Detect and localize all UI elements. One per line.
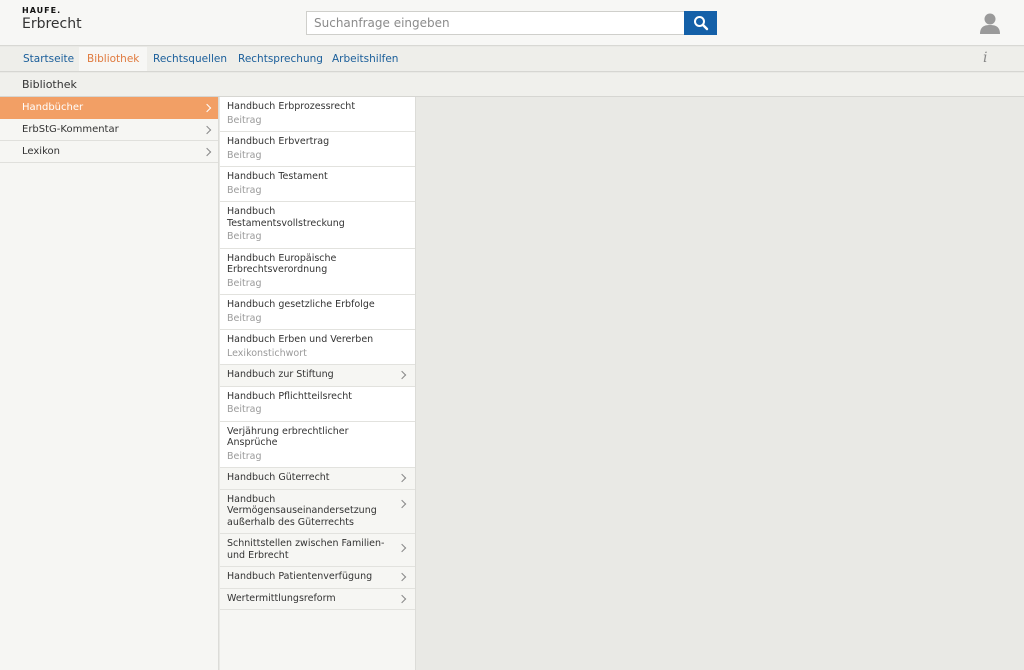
tab-startseite[interactable]: Startseite	[23, 47, 74, 71]
item-title: Handbuch Güterrecht	[227, 472, 330, 483]
search-button[interactable]	[684, 11, 717, 35]
item-title: Handbuch Pflichtteilsrecht	[227, 390, 352, 402]
item-type: Beitrag	[227, 149, 262, 161]
item-title: Handbuch gesetzliche Erbfolge	[227, 299, 375, 310]
product-title[interactable]: Erbrecht	[22, 16, 82, 32]
item-title: Handbuch Europäische Erbrechtsverordnung	[227, 252, 337, 276]
list-item-gueterrecht[interactable]: Handbuch Güterrecht	[220, 468, 415, 490]
item-title: Handbuch zur Stiftung	[227, 369, 334, 380]
tab-bibliothek[interactable]: Bibliothek	[79, 47, 148, 71]
item-type: Beitrag	[227, 277, 262, 289]
chevron-right-icon	[202, 125, 212, 134]
item-title: Handbuch Erbvertrag	[227, 136, 330, 147]
chevron-right-icon	[202, 103, 212, 112]
list-item-testament[interactable]: Handbuch Testament Beitrag	[220, 167, 415, 202]
chevron-right-icon	[202, 147, 212, 156]
list-item-schnittstellen[interactable]: Schnittstellen zwischen Familien- und Er…	[220, 534, 415, 567]
chevron-right-icon	[397, 474, 407, 483]
chevron-right-icon	[397, 371, 407, 380]
item-type: Beitrag	[227, 312, 262, 324]
tab-rechtsprechung[interactable]: Rechtsprechung	[238, 47, 323, 71]
search-icon	[693, 16, 708, 31]
category-lexikon[interactable]: Lexikon	[0, 141, 218, 163]
item-type: Beitrag	[227, 231, 262, 242]
item-title: Handbuch Testament	[227, 171, 328, 182]
search-input[interactable]	[306, 11, 685, 35]
chevron-right-icon	[397, 543, 407, 553]
item-title: Wertermittlungsreform	[227, 592, 336, 604]
user-icon[interactable]	[978, 12, 1002, 34]
document-list: Handbuch Erbprozessrecht Beitrag Handbuc…	[220, 97, 416, 670]
list-item-erbprozessrecht[interactable]: Handbuch Erbprozessrecht Beitrag	[220, 97, 415, 132]
app-header: HAUFE. Erbrecht	[0, 0, 1024, 46]
page-header: Bibliothek	[0, 73, 1024, 97]
category-list: Handbücher ErbStG-Kommentar Lexikon	[0, 97, 219, 670]
item-title: Handbuch Erben und Vererben	[227, 334, 374, 345]
main-nav: Startseite Bibliothek Rechtsquellen Rech…	[0, 47, 1024, 72]
tab-rechtsquellen[interactable]: Rechtsquellen	[153, 47, 227, 71]
tab-arbeitshilfen[interactable]: Arbeitshilfen	[332, 47, 398, 71]
list-item-wertermittlungsreform[interactable]: Wertermittlungsreform	[220, 588, 415, 610]
info-icon[interactable]: i	[983, 50, 987, 66]
category-label: Handbücher	[22, 102, 84, 113]
category-handbuecher[interactable]: Handbücher	[0, 97, 218, 119]
chevron-right-icon	[397, 594, 407, 603]
brand-logo[interactable]: HAUFE.	[22, 6, 61, 15]
list-item-verjaehrung[interactable]: Verjährung erbrechtlicher Ansprüche Beit…	[220, 421, 415, 468]
page-title: Bibliothek	[22, 78, 77, 91]
category-erbstg-kommentar[interactable]: ErbStG-Kommentar	[0, 119, 218, 141]
content-pane	[417, 97, 1024, 670]
list-item-erbvertrag[interactable]: Handbuch Erbvertrag Beitrag	[220, 132, 415, 167]
list-item-erbrechtsverordnung[interactable]: Handbuch Europäische Erbrechtsverordnung…	[220, 248, 415, 295]
item-title: Handbuch Vermögensauseinandersetzung auß…	[227, 493, 377, 528]
item-title: Handbuch Patientenverfügung	[227, 571, 373, 582]
list-item-vermoegensauseinandersetzung[interactable]: Handbuch Vermögensauseinandersetzung auß…	[220, 489, 415, 534]
item-type: Beitrag	[227, 184, 262, 196]
item-title: Schnittstellen zwischen Familien- und Er…	[227, 538, 385, 561]
list-item-gesetzliche-erbfolge[interactable]: Handbuch gesetzliche Erbfolge Beitrag	[220, 295, 415, 330]
chevron-right-icon	[397, 573, 407, 582]
list-item-testamentsvollstreckung[interactable]: Handbuch Testamentsvollstreckung Beitrag	[220, 202, 415, 249]
list-item-pflichtteilsrecht[interactable]: Handbuch Pflichtteilsrecht Beitrag	[220, 386, 415, 422]
item-type: Beitrag	[227, 450, 262, 462]
list-item-patientenverfuegung[interactable]: Handbuch Patientenverfügung	[220, 567, 415, 589]
item-type: Lexikonstichwort	[227, 347, 307, 359]
category-label: ErbStG-Kommentar	[22, 124, 119, 135]
chevron-right-icon	[397, 499, 407, 508]
item-title: Verjährung erbrechtlicher Ansprüche	[227, 425, 349, 449]
item-type: Beitrag	[227, 114, 262, 126]
item-title: Handbuch Erbprozessrecht	[227, 101, 356, 112]
item-title: Handbuch Testamentsvollstreckung	[227, 206, 345, 229]
item-type: Beitrag	[227, 404, 262, 415]
category-label: Lexikon	[22, 146, 60, 157]
list-item-stiftung[interactable]: Handbuch zur Stiftung	[220, 365, 415, 387]
list-item-erben-und-vererben[interactable]: Handbuch Erben und Vererben Lexikonstich…	[220, 330, 415, 365]
